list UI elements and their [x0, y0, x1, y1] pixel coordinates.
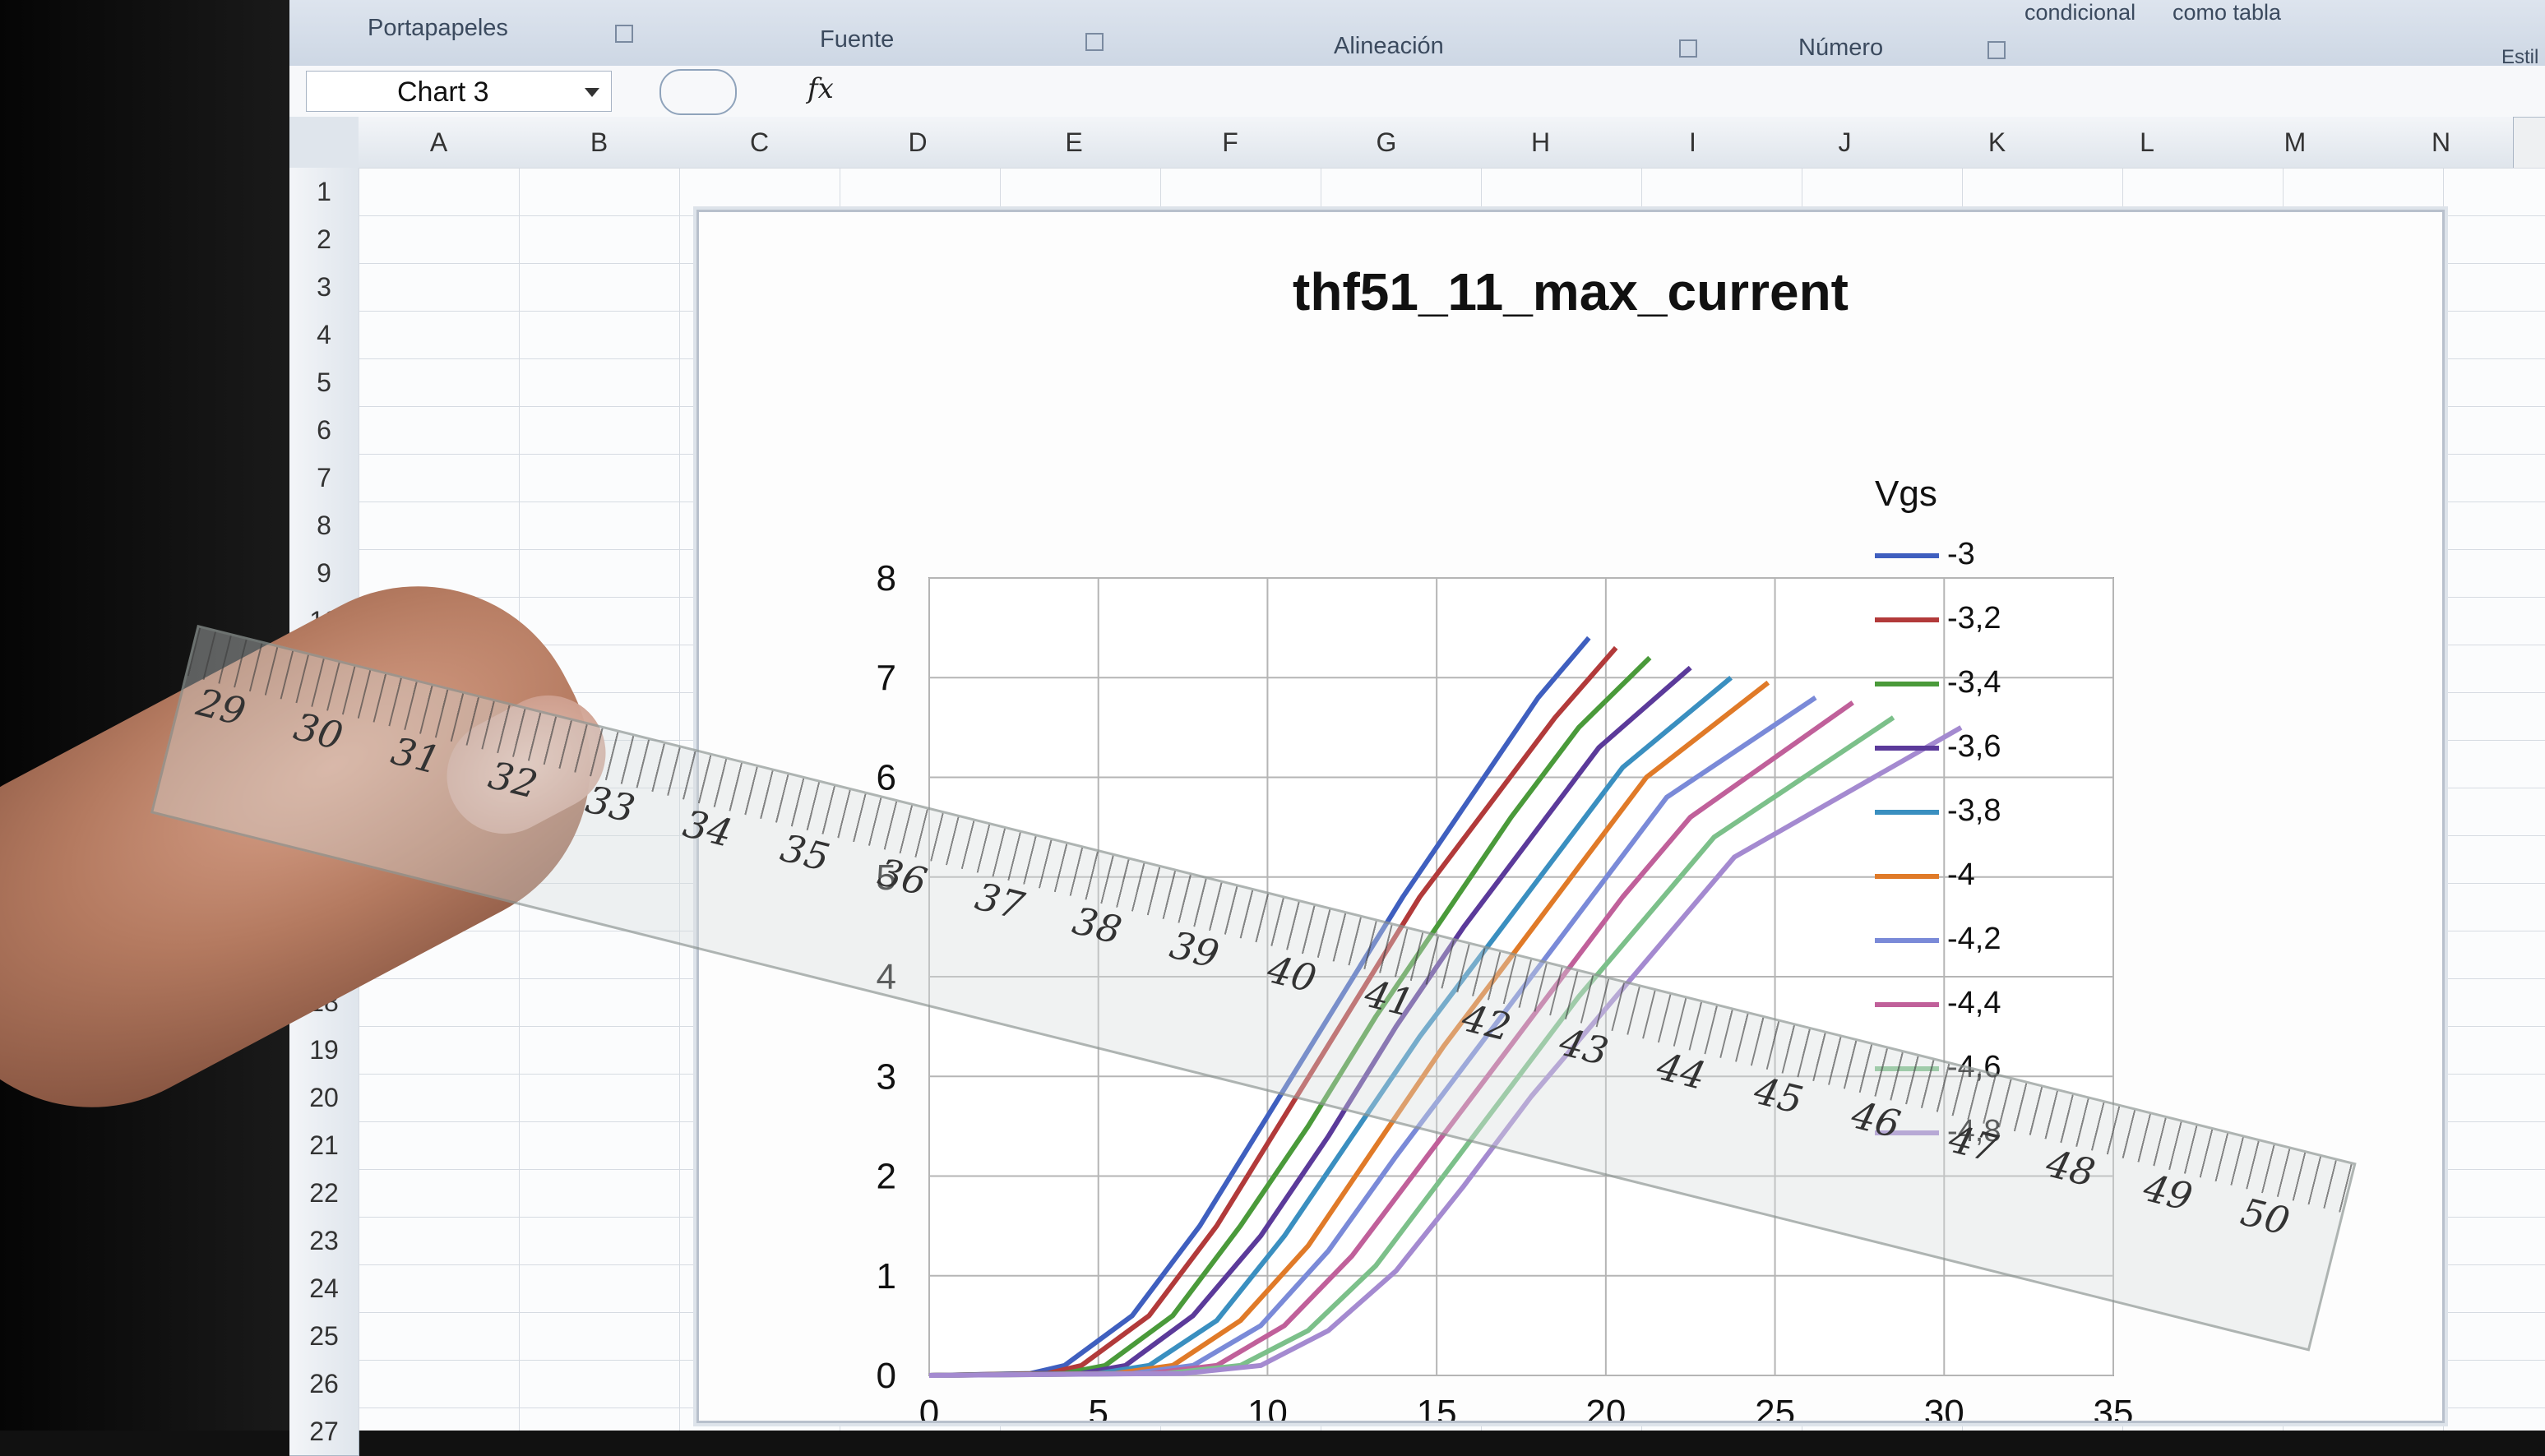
column-header-g[interactable]: G: [1308, 117, 1465, 169]
column-header-k[interactable]: K: [1921, 117, 2074, 169]
name-box[interactable]: Chart 3: [306, 71, 612, 112]
legend-swatch: [1875, 937, 1939, 943]
row-header-19[interactable]: 19: [289, 1026, 359, 1075]
row-header-26[interactable]: 26: [289, 1360, 359, 1408]
x-tick-label: 15: [1417, 1393, 1457, 1421]
row-header-25[interactable]: 25: [289, 1312, 359, 1361]
column-header-m[interactable]: M: [2221, 117, 2370, 169]
y-tick-label: 7: [877, 658, 896, 698]
clipboard-launcher-icon[interactable]: [615, 25, 633, 43]
legend-swatch: [1875, 809, 1939, 815]
y-tick-label: 1: [877, 1256, 896, 1297]
column-header-f[interactable]: F: [1152, 117, 1309, 169]
ribbon-conditional-format[interactable]: condicional: [2024, 0, 2135, 25]
legend-item: -3,8: [1875, 793, 2001, 828]
formula-bar: Chart 3 fx: [289, 66, 2545, 118]
legend-item: -3: [1875, 537, 1975, 571]
row-header-2[interactable]: 2: [289, 215, 359, 264]
legend-label: -4: [1947, 857, 1975, 892]
legend-item: -3,2: [1875, 601, 2001, 636]
x-tick-label: 20: [1585, 1393, 1626, 1421]
x-tick-label: 5: [1088, 1393, 1108, 1421]
x-tick-label: 25: [1755, 1393, 1795, 1421]
x-tick-label: 0: [919, 1393, 939, 1421]
column-header-a[interactable]: A: [359, 117, 520, 169]
y-tick-label: 3: [877, 1056, 896, 1097]
legend-label: -4,2: [1947, 922, 2001, 956]
font-launcher-icon[interactable]: [1085, 33, 1104, 51]
ribbon: condicional como tabla Estil Portapapele…: [289, 0, 2545, 68]
column-header-c[interactable]: C: [679, 117, 840, 169]
y-tick-label: 2: [877, 1157, 896, 1197]
column-header-b[interactable]: B: [519, 117, 680, 169]
legend-label: -3: [1947, 537, 1975, 571]
ribbon-group-number: Número: [1798, 35, 1884, 61]
x-tick-label: 35: [2094, 1393, 2134, 1421]
column-header-l[interactable]: L: [2073, 117, 2222, 169]
formula-bar-expand-icon[interactable]: [659, 69, 737, 115]
column-header-d[interactable]: D: [840, 117, 997, 169]
legend-swatch: [1875, 617, 1939, 622]
x-tick-label: 30: [1924, 1393, 1964, 1421]
ribbon-group-alignment: Alineación: [1334, 33, 1444, 59]
name-box-value: Chart 3: [397, 76, 489, 108]
legend-item: -3,4: [1875, 665, 2001, 700]
legend-item: -4,2: [1875, 922, 2001, 956]
row-header-1[interactable]: 1: [289, 168, 359, 216]
row-header-6[interactable]: 6: [289, 406, 359, 455]
legend-label: -4,4: [1947, 986, 2001, 1020]
alignment-launcher-icon[interactable]: [1679, 39, 1697, 58]
row-header-5[interactable]: 5: [289, 358, 359, 407]
legend-swatch: [1875, 1001, 1939, 1007]
legend-label: -3,6: [1947, 729, 2001, 764]
row-header-7[interactable]: 7: [289, 454, 359, 502]
select-all-corner[interactable]: [289, 117, 359, 169]
y-tick-label: 0: [877, 1356, 896, 1396]
legend-title: Vgs: [1875, 474, 1937, 514]
row-header-3[interactable]: 3: [289, 263, 359, 312]
row-header-4[interactable]: 4: [289, 311, 359, 359]
legend-label: -3,8: [1947, 793, 2001, 828]
ribbon-group-font: Fuente: [820, 26, 895, 53]
row-header-22[interactable]: 22: [289, 1169, 359, 1218]
row-header-20[interactable]: 20: [289, 1074, 359, 1122]
ribbon-format-as-table[interactable]: como tabla: [2173, 0, 2281, 25]
column-header-n[interactable]: N: [2369, 117, 2514, 169]
row-header-21[interactable]: 21: [289, 1121, 359, 1170]
column-header-h[interactable]: H: [1465, 117, 1617, 169]
y-tick-label: 8: [877, 558, 896, 599]
legend-item: -4: [1875, 857, 1975, 892]
x-tick-label: 10: [1247, 1393, 1288, 1421]
legend-item: -4,4: [1875, 986, 2001, 1020]
legend-label: -3,4: [1947, 665, 2001, 700]
ribbon-group-clipboard: Portapapeles: [368, 15, 508, 41]
insert-function-icon[interactable]: fx: [807, 72, 834, 105]
row-header-9[interactable]: 9: [289, 549, 359, 598]
row-header-8[interactable]: 8: [289, 502, 359, 550]
column-header-e[interactable]: E: [996, 117, 1153, 169]
y-tick-label: 6: [877, 758, 896, 798]
chevron-down-icon[interactable]: [585, 88, 599, 97]
row-header-24[interactable]: 24: [289, 1264, 359, 1313]
row-header-23[interactable]: 23: [289, 1217, 359, 1265]
legend-swatch: [1875, 681, 1939, 686]
legend-swatch: [1875, 873, 1939, 879]
legend-swatch: [1875, 745, 1939, 751]
column-header-j[interactable]: J: [1769, 117, 1922, 169]
number-launcher-icon[interactable]: [1987, 41, 2006, 59]
legend-swatch: [1875, 552, 1939, 558]
row-header-27[interactable]: 27: [289, 1407, 359, 1456]
column-header-i[interactable]: I: [1617, 117, 1770, 169]
legend-label: -3,2: [1947, 601, 2001, 636]
legend-item: -3,6: [1875, 729, 2001, 764]
